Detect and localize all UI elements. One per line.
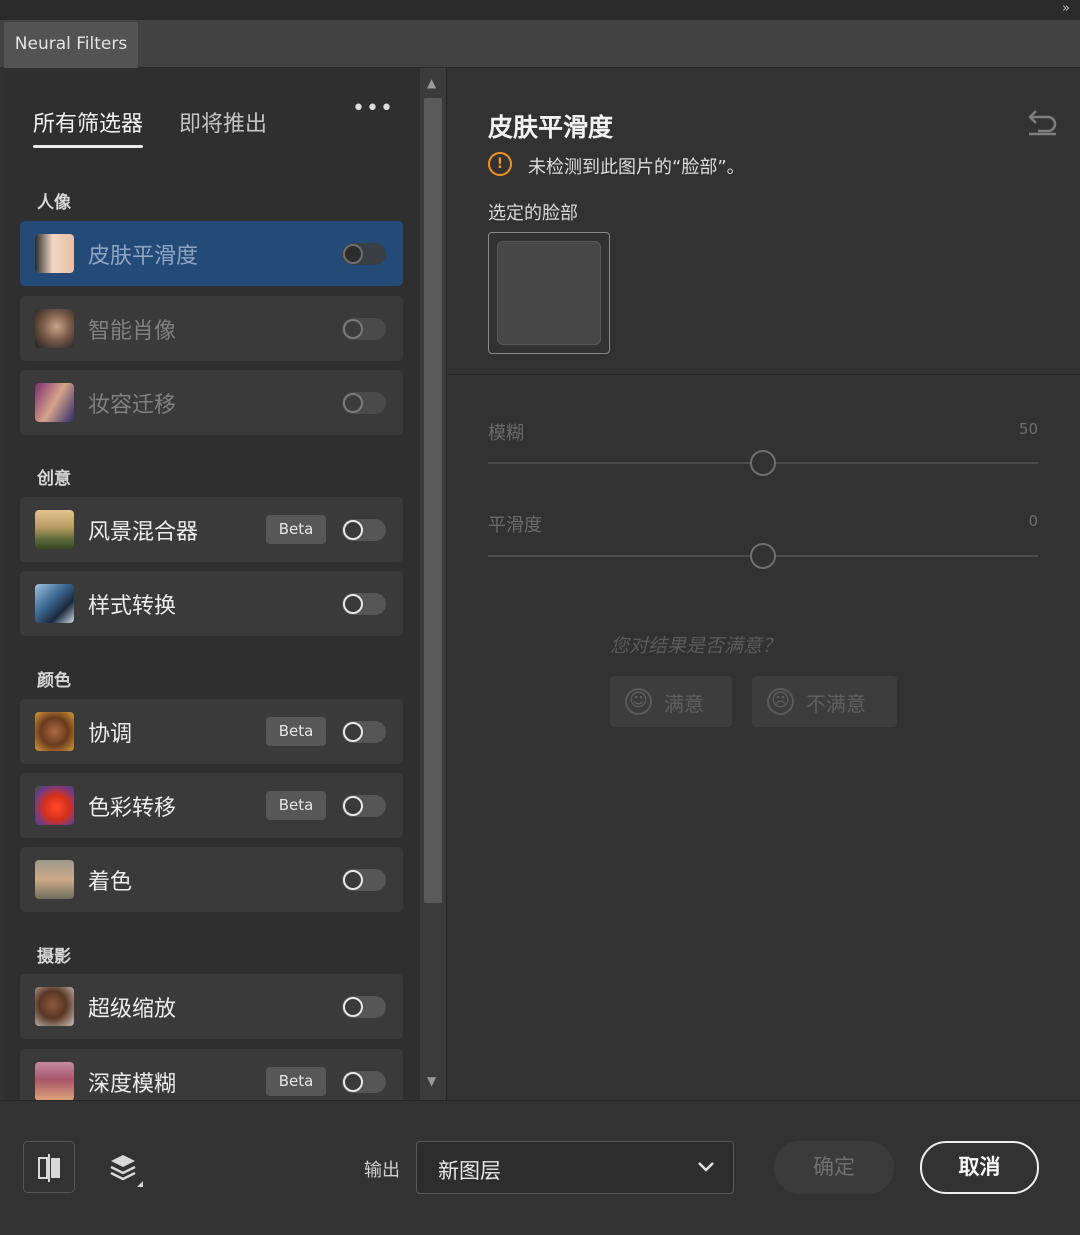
skin-smoothing-thumbnail	[35, 234, 74, 273]
blur-slider-knob[interactable]	[750, 450, 776, 476]
smoothness-slider-knob[interactable]	[750, 543, 776, 569]
output-label: 输出	[364, 1160, 400, 1181]
filter-toggle[interactable]	[342, 721, 386, 743]
filter-toggle[interactable]	[342, 318, 386, 340]
filter-name: 色彩转移	[88, 796, 177, 821]
colorize-thumbnail	[35, 860, 74, 899]
dissatisfied-button[interactable]: ☹ 不满意	[752, 676, 897, 727]
section-title-creative: 创意	[37, 469, 71, 489]
tab-all-filters[interactable]: 所有筛选器	[33, 106, 144, 148]
filter-toggle[interactable]	[342, 1071, 386, 1093]
filter-card-super-zoom[interactable]: 超级缩放	[20, 974, 403, 1039]
filter-toggle[interactable]	[342, 869, 386, 891]
footer-bar: 输出 新图层 确定 取消	[0, 1100, 1080, 1235]
ok-button[interactable]: 确定	[774, 1141, 894, 1194]
filter-detail-title: 皮肤平滑度	[488, 113, 614, 142]
filter-card-harmonization[interactable]: 协调 Beta	[20, 699, 403, 764]
panel-tab-bar: Neural Filters	[0, 20, 1080, 68]
style-transfer-thumbnail	[35, 584, 74, 623]
filter-name: 风景混合器	[88, 520, 199, 545]
section-title-photography: 摄影	[37, 947, 71, 967]
layers-icon	[110, 1155, 143, 1187]
filter-card-style-transfer[interactable]: 样式转换	[20, 571, 403, 636]
filter-name: 协调	[88, 722, 133, 747]
tab-neural-filters[interactable]: Neural Filters	[4, 22, 138, 68]
filters-scrollbar[interactable]: ▲ ▼	[420, 68, 447, 1100]
selected-face-box[interactable]	[488, 232, 610, 354]
output-select[interactable]: 新图层	[416, 1141, 734, 1194]
compare-toggle-button[interactable]	[23, 1141, 75, 1193]
beta-badge: Beta	[266, 791, 326, 820]
filter-toggle[interactable]	[342, 593, 386, 615]
filter-card-landscape-mixer[interactable]: 风景混合器 Beta	[20, 497, 403, 562]
filter-card-colorize[interactable]: 着色	[20, 847, 403, 912]
satisfied-button[interactable]: ☺ 满意	[610, 676, 732, 727]
smoothness-slider-value: 0	[1028, 512, 1038, 530]
filter-detail-panel: 皮肤平滑度 ! 未检测到此图片的“脸部”。 选定的脸部 模糊 50 平滑度 0 …	[448, 68, 1080, 1100]
panel-top-strip: »	[0, 0, 1080, 20]
smart-portrait-thumbnail	[35, 309, 74, 348]
filter-toggle[interactable]	[342, 996, 386, 1018]
warning-icon: !	[488, 152, 512, 176]
face-placeholder	[497, 241, 601, 345]
output-select-value: 新图层	[438, 1159, 501, 1183]
smoothness-slider-label: 平滑度	[488, 515, 542, 536]
tab-coming-soon[interactable]: 即将推出	[179, 106, 267, 138]
beta-badge: Beta	[266, 1067, 326, 1096]
section-divider	[448, 374, 1080, 375]
filter-card-smart-portrait[interactable]: 智能肖像	[20, 296, 403, 361]
filter-name: 智能肖像	[88, 319, 177, 344]
landscape-mixer-thumbnail	[35, 510, 74, 549]
collapse-panel-icon[interactable]: »	[1062, 1, 1070, 16]
chevron-down-icon	[698, 1162, 714, 1172]
filter-toggle[interactable]	[342, 243, 386, 265]
filter-toggle[interactable]	[342, 519, 386, 541]
more-options-icon[interactable]: •••	[352, 96, 394, 121]
filters-list-panel: 所有筛选器 即将推出 ••• 人像 皮肤平滑度 智能肖像 妆容迁移 创意 风景混…	[4, 68, 420, 1100]
super-zoom-thumbnail	[35, 987, 74, 1026]
scrollbar-thumb[interactable]	[424, 98, 442, 903]
filter-name: 着色	[88, 870, 133, 895]
scroll-down-icon[interactable]: ▼	[427, 1074, 436, 1088]
filter-toggle[interactable]	[342, 392, 386, 414]
dissatisfied-label: 不满意	[806, 692, 866, 716]
filter-toggle[interactable]	[342, 795, 386, 817]
frown-icon: ☹	[767, 688, 794, 715]
filter-card-skin-smoothing[interactable]: 皮肤平滑度	[20, 221, 403, 286]
smile-icon: ☺	[625, 688, 652, 715]
depth-blur-thumbnail	[35, 1062, 74, 1100]
filter-name: 妆容迁移	[88, 393, 177, 418]
face-warning-message: 未检测到此图片的“脸部”。	[528, 157, 745, 178]
filter-card-depth-blur[interactable]: 深度模糊 Beta	[20, 1049, 403, 1100]
feedback-question: 您对结果是否满意？	[610, 635, 782, 657]
section-title-color: 颜色	[37, 671, 71, 691]
filter-card-color-transfer[interactable]: 色彩转移 Beta	[20, 773, 403, 838]
reset-icon[interactable]	[1026, 108, 1058, 136]
beta-badge: Beta	[266, 515, 326, 544]
blur-slider-value: 50	[1018, 420, 1038, 438]
filter-card-makeup-transfer[interactable]: 妆容迁移	[20, 370, 403, 435]
satisfied-label: 满意	[664, 692, 704, 716]
filter-name: 样式转换	[88, 594, 177, 619]
makeup-transfer-thumbnail	[35, 383, 74, 422]
filter-name: 深度模糊	[88, 1072, 177, 1097]
selected-face-label: 选定的脸部	[488, 203, 578, 224]
harmonization-thumbnail	[35, 712, 74, 751]
split-view-icon	[38, 1154, 60, 1182]
layers-menu-button[interactable]	[103, 1141, 155, 1193]
color-transfer-thumbnail	[35, 786, 74, 825]
scroll-up-icon[interactable]: ▲	[427, 76, 436, 90]
beta-badge: Beta	[266, 717, 326, 746]
section-title-portrait: 人像	[37, 193, 71, 213]
cancel-button[interactable]: 取消	[920, 1141, 1039, 1194]
filter-name: 皮肤平滑度	[88, 244, 199, 269]
blur-slider-label: 模糊	[488, 423, 524, 444]
filter-name: 超级缩放	[88, 997, 177, 1022]
